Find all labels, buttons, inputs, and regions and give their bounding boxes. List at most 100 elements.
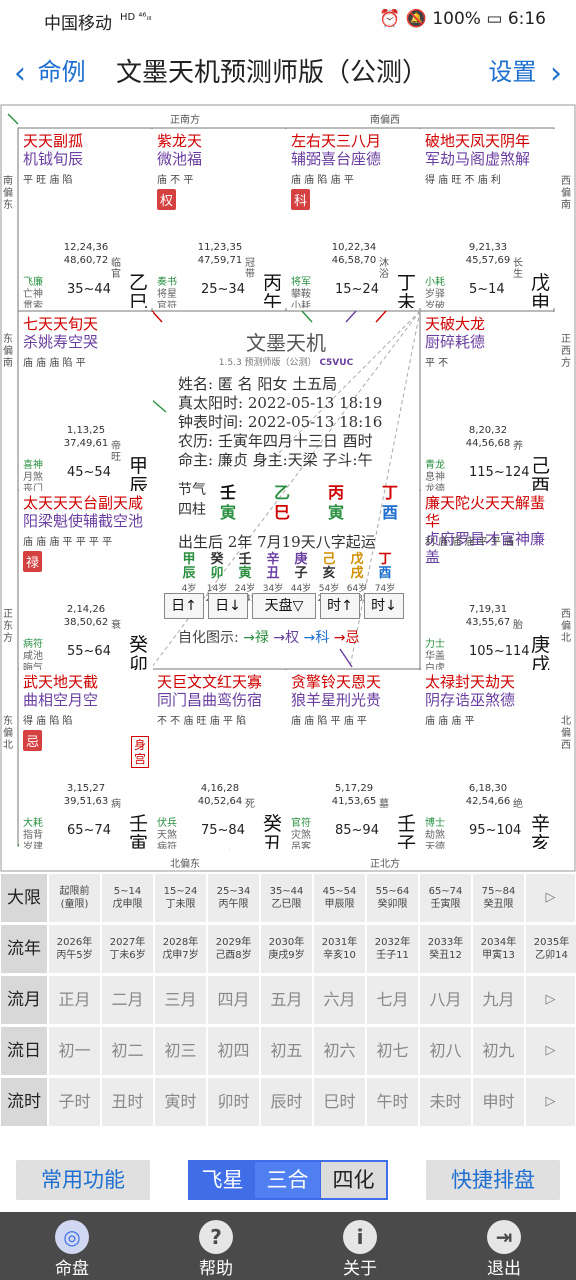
timeline-cell[interactable]: 初三 bbox=[154, 1026, 207, 1076]
palace-name: 夫妻 bbox=[231, 305, 257, 308]
timeline-cell[interactable]: 初五 bbox=[260, 1026, 313, 1076]
timeline-cell[interactable]: 初一 bbox=[48, 1026, 101, 1076]
major-stars: 太禄封天劫天 bbox=[425, 673, 516, 691]
palace-cell[interactable]: 破地天凤天阴年 军劫马阁虚煞解 得 庙 旺 不 庙 利 9,21,33 45,5… bbox=[421, 129, 555, 308]
timeline-cell[interactable]: 六月 bbox=[313, 975, 366, 1025]
settings-button[interactable]: 设置 › bbox=[488, 52, 562, 89]
common-functions-button[interactable]: 常用功能 bbox=[16, 1160, 150, 1200]
palace-cell[interactable]: 贪擎铃天恩天 狼羊星刑光贵 庙 庙 陷 平 庙 平 5,17,29 41,53,… bbox=[287, 670, 421, 849]
direction-label: 东偏北 bbox=[3, 716, 13, 751]
palace-cell[interactable]: 太禄封天劫天 阴存诰巫煞德 庙 庙 庙 平 6,18,30 42,54,66 博… bbox=[421, 670, 555, 849]
tianpan-button[interactable]: 天盘▽ bbox=[252, 593, 316, 619]
back-button[interactable]: ‹ 命例 bbox=[14, 52, 86, 89]
timeline-cell[interactable]: 四月 bbox=[207, 975, 260, 1025]
palace-cell[interactable]: 天巨文文红天寡 同门昌曲鸾伤宿 不 不 庙 旺 庙 平 陷 4,16,28 40… bbox=[153, 670, 287, 849]
star-brightness: 不 不 庙 旺 庙 平 陷 bbox=[157, 716, 247, 727]
timeline-cell[interactable]: 55~64 癸卯限 bbox=[366, 873, 419, 923]
timeline-cell[interactable]: 2034年 甲寅13 bbox=[472, 924, 525, 974]
timeline-cell[interactable]: 2028年 戊申7岁 bbox=[154, 924, 207, 974]
star-list: 紫龙天 微池福 bbox=[157, 132, 202, 168]
timeline-cell[interactable]: 子时 bbox=[48, 1077, 101, 1127]
timeline-cell[interactable]: 正月 bbox=[48, 975, 101, 1025]
palace-cell[interactable]: 廉天陀火天天解蜚华 贞府罗星才官神廉盖 利 庙 庙 庙 平 平 庙 7,19,3… bbox=[421, 491, 555, 670]
timeline-cell[interactable]: 2031年 辛亥10 bbox=[313, 924, 366, 974]
next-page-button[interactable]: ▷ bbox=[525, 975, 576, 1025]
dayun-zhi: 子 bbox=[294, 566, 308, 581]
timeline-cell[interactable]: 初六 bbox=[313, 1026, 366, 1076]
timeline-cell[interactable]: 15~24 丁未限 bbox=[154, 873, 207, 923]
timeline-cell[interactable]: 申时 bbox=[472, 1077, 525, 1127]
day-up-button[interactable]: 日↑ bbox=[164, 593, 204, 619]
version-code: C5VUC bbox=[319, 358, 354, 368]
timeline-cell[interactable]: 75~84 癸丑限 bbox=[472, 873, 525, 923]
timeline-cell[interactable]: 初四 bbox=[207, 1026, 260, 1076]
palace-name: 兄弟 bbox=[365, 305, 391, 308]
changsheng-label: 墓 bbox=[379, 799, 389, 810]
tab-mingpan[interactable]: ◎ 命盘 bbox=[0, 1212, 144, 1280]
palace-cell[interactable]: 天天副孤 机钺旬辰 平 旺 庙 陷 12,24,36 48,60,72 飞廉 亡… bbox=[19, 129, 153, 308]
timeline-cell[interactable]: 七月 bbox=[366, 975, 419, 1025]
palace-cell[interactable]: 太天天天台副天咸 阳梁魁使辅截空池 庙 庙 庙 平 平 平 平 禄 2,14,2… bbox=[19, 491, 153, 670]
timeline-cell[interactable]: 2030年 庚戌9岁 bbox=[260, 924, 313, 974]
timeline-cell[interactable]: 辰时 bbox=[260, 1077, 313, 1127]
timeline-cell[interactable]: 午时 bbox=[366, 1077, 419, 1127]
ganzhi-label: 甲辰 bbox=[129, 455, 149, 491]
next-page-button[interactable]: ▷ bbox=[525, 1026, 576, 1076]
timeline-cell[interactable]: 巳时 bbox=[313, 1077, 366, 1127]
row-liuyue: 流月 正月 二月 三月 四月 五月 六月 七月 八月 九月 ▷ bbox=[0, 975, 576, 1025]
timeline-cell[interactable]: 九月 bbox=[472, 975, 525, 1025]
timeline-cell[interactable]: 2029年 己酉8岁 bbox=[207, 924, 260, 974]
palace-cell[interactable]: 紫龙天 微池福 庙 不 平 权 11,23,35 47,59,71 奏书 将星 … bbox=[153, 129, 287, 308]
ganzhi-label: 丁未 bbox=[397, 272, 417, 308]
timeline-cell[interactable]: 未时 bbox=[419, 1077, 472, 1127]
god-label: 青龙 bbox=[425, 460, 445, 471]
timeline-cell[interactable]: 八月 bbox=[419, 975, 472, 1025]
hour-down-button[interactable]: 时↓ bbox=[364, 593, 404, 619]
timeline-cell[interactable]: 初九 bbox=[472, 1026, 525, 1076]
star-brightness: 利 庙 庙 庙 平 平 庙 bbox=[425, 537, 515, 548]
timeline-cell[interactable]: 35~44 乙巳限 bbox=[260, 873, 313, 923]
timeline-cell[interactable]: 卯时 bbox=[207, 1077, 260, 1127]
timeline-cell[interactable]: 初七 bbox=[366, 1026, 419, 1076]
timeline-cell[interactable]: 初二 bbox=[101, 1026, 154, 1076]
timeline-cell[interactable]: 五月 bbox=[260, 975, 313, 1025]
hour-up-button[interactable]: 时↑ bbox=[320, 593, 360, 619]
sizhu-char: 寅 bbox=[220, 503, 237, 522]
timeline-cell[interactable]: 5~14 戊申限 bbox=[101, 873, 154, 923]
feixing-tab[interactable]: 飞星 bbox=[190, 1162, 255, 1198]
timeline-cell[interactable]: 2026年 丙午5岁 bbox=[48, 924, 101, 974]
timeline-cell[interactable]: 2027年 丁未6岁 bbox=[101, 924, 154, 974]
timeline-cell[interactable]: 65~74 壬寅限 bbox=[419, 873, 472, 923]
sanhe-tab[interactable]: 三合 bbox=[255, 1162, 320, 1198]
cell-line1: 45~54 bbox=[322, 886, 357, 897]
timeline-cell[interactable]: 初八 bbox=[419, 1026, 472, 1076]
tab-help[interactable]: ? 帮助 bbox=[144, 1212, 288, 1280]
timeline-cell[interactable]: 丑时 bbox=[101, 1077, 154, 1127]
sihua-tab[interactable]: 四化 bbox=[321, 1162, 386, 1198]
timeline-cell[interactable]: 起限前 (童限) bbox=[48, 873, 101, 923]
tab-about[interactable]: i 关于 bbox=[288, 1212, 432, 1280]
star-list: 破地天凤天阴年 军劫马阁虚煞解 bbox=[425, 132, 530, 168]
next-page-button[interactable]: ▷ bbox=[525, 873, 576, 923]
timeline-cell[interactable]: 25~34 丙午限 bbox=[207, 873, 260, 923]
cell-line1: 2027年 bbox=[109, 937, 146, 948]
direction-label: 正西方 bbox=[561, 334, 571, 369]
timeline-cell[interactable]: 寅时 bbox=[154, 1077, 207, 1127]
palace-cell[interactable]: 左右天三八月 辅弼喜台座德 庙 庙 陷 庙 平 科 10,22,34 46,58… bbox=[287, 129, 421, 308]
timeline-cell[interactable]: 45~54 甲辰限 bbox=[313, 873, 366, 923]
palace-cell[interactable]: 武天地天截 曲相空月空 得 庙 陷 陷 忌 身宫 3,15,27 39,51,63… bbox=[19, 670, 153, 849]
changsheng-label: 死 bbox=[245, 799, 255, 810]
timeline-cell[interactable]: 2035年 乙卯14 bbox=[525, 924, 576, 974]
tab-exit[interactable]: ⇥ 退出 bbox=[432, 1212, 576, 1280]
day-down-button[interactable]: 日↓ bbox=[208, 593, 248, 619]
row-label: 流月 bbox=[0, 975, 48, 1025]
timeline-cell[interactable]: 三月 bbox=[154, 975, 207, 1025]
cell-line2: 乙卯14 bbox=[535, 950, 568, 961]
palace-cell[interactable]: 七天天旬天 杀姚寿空哭 庙 庙 庙 陷 平 1,13,25 37,49,61 喜… bbox=[19, 312, 153, 491]
timeline-cell[interactable]: 二月 bbox=[101, 975, 154, 1025]
palace-cell[interactable]: 天破大龙 厨碎耗德 平 不 8,20,32 44,56,68 青龙 息神 龙德 … bbox=[421, 312, 555, 491]
timeline-cell[interactable]: 2032年 壬子11 bbox=[366, 924, 419, 974]
timeline-cell[interactable]: 2033年 癸丑12 bbox=[419, 924, 472, 974]
quick-chart-button[interactable]: 快捷排盘 bbox=[426, 1160, 560, 1200]
next-page-button[interactable]: ▷ bbox=[525, 1077, 576, 1127]
